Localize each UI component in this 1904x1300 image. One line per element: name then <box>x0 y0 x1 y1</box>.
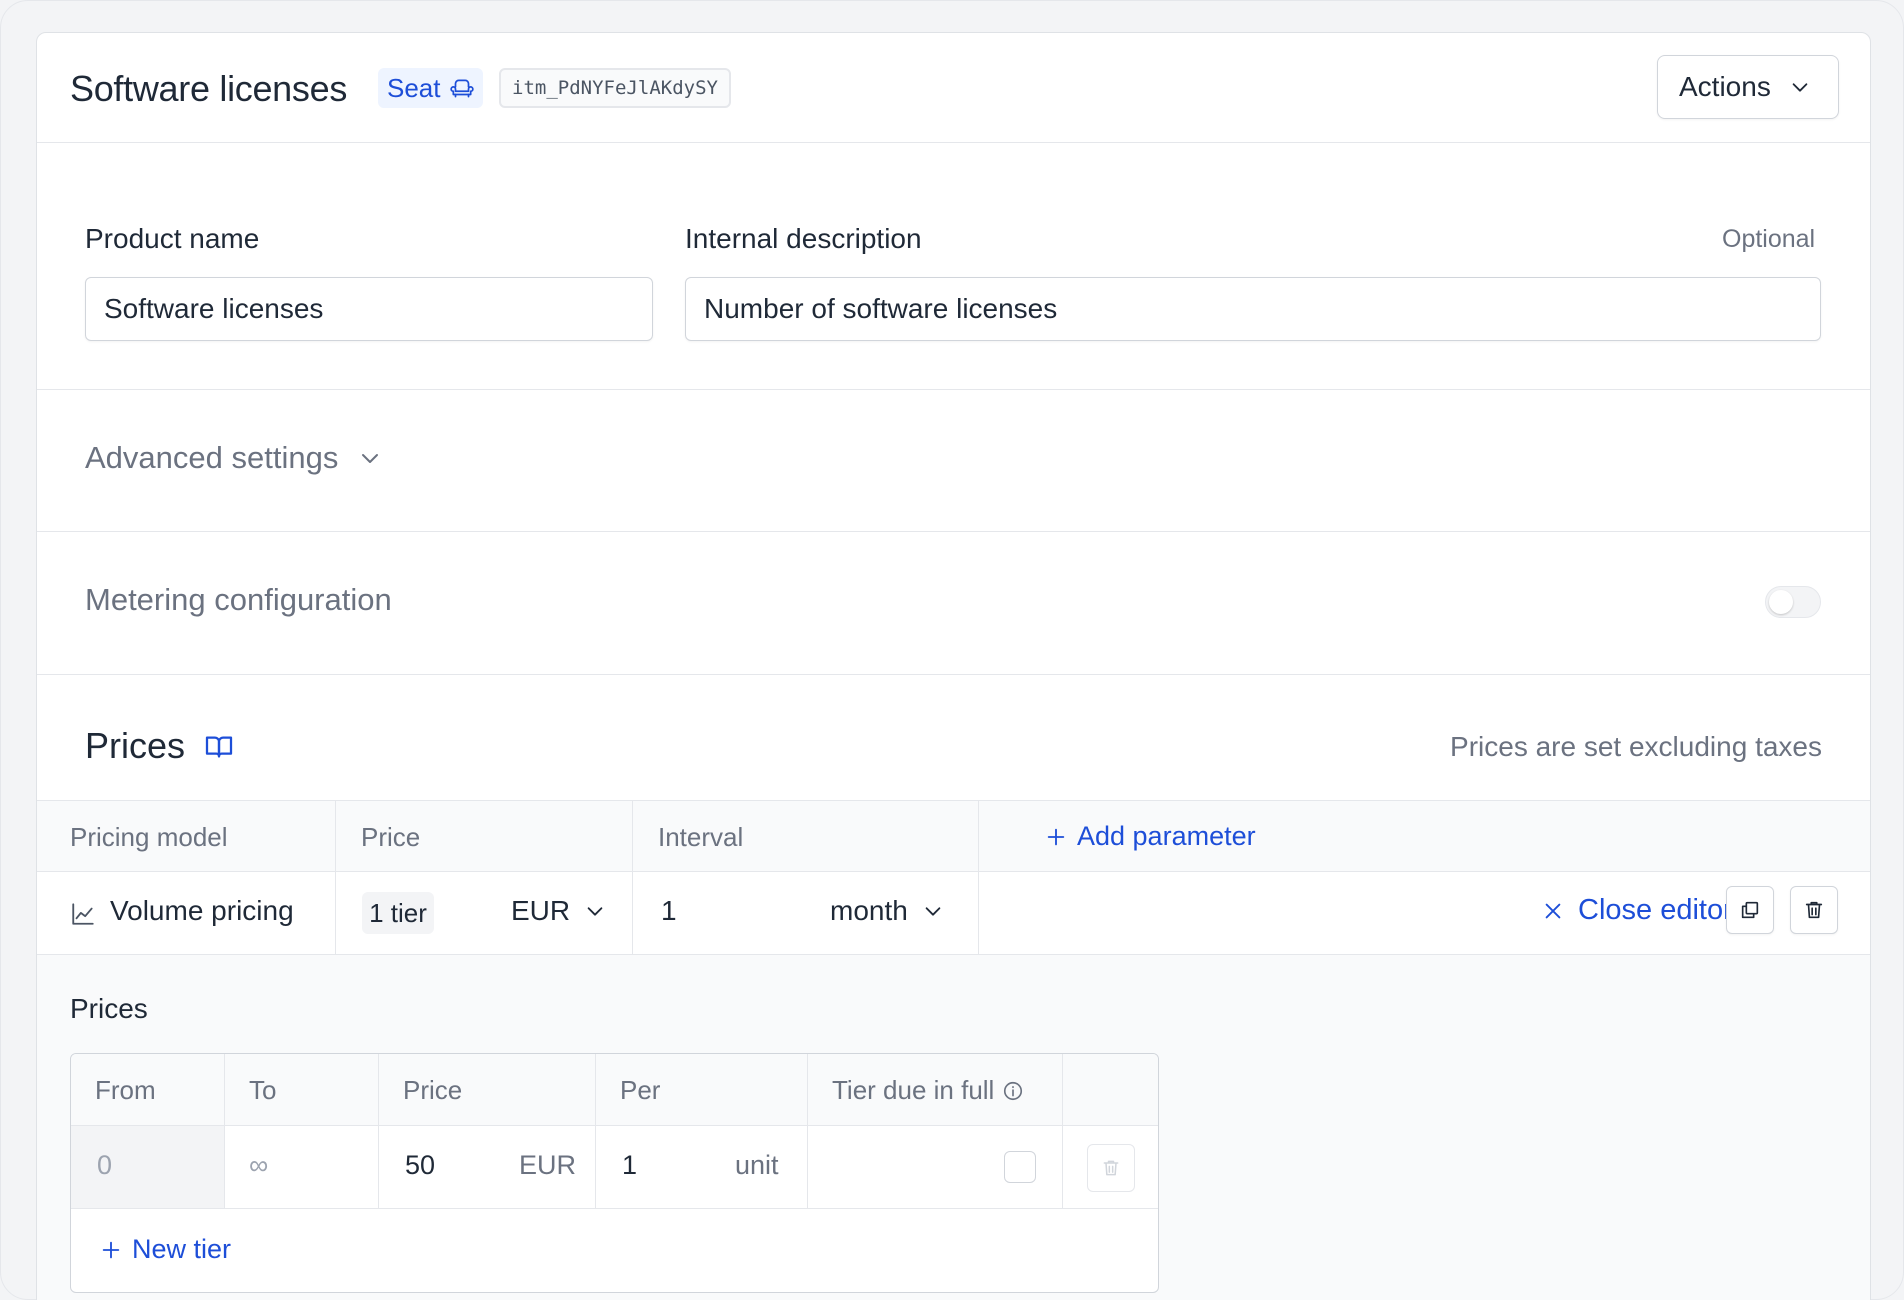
col-pricing-model: Pricing model <box>70 822 228 852</box>
product-name-label: Product name <box>85 223 260 254</box>
tier-price-input[interactable]: 50 <box>405 1150 435 1181</box>
new-tier-label: New tier <box>132 1234 232 1264</box>
add-parameter-label: Add parameter <box>1077 821 1256 851</box>
tier-row: 0 ∞ 50 EUR 1 unit <box>71 1126 1158 1209</box>
col-tier-due-label: Tier due in full <box>832 1075 995 1105</box>
description-input[interactable]: Number of software licenses <box>685 277 1821 341</box>
col-per: Per <box>620 1075 661 1105</box>
product-form: Product name Software licenses Internal … <box>37 143 1870 390</box>
trash-icon <box>1805 901 1823 919</box>
prices-section-header: Prices Prices are set excluding taxes <box>37 675 1870 801</box>
tiers-table: From To Price Per Tier due in full 0 ∞ 5… <box>70 1053 1159 1293</box>
book-open-icon[interactable] <box>203 731 235 763</box>
actions-label: Actions <box>1679 71 1771 102</box>
metering-toggle[interactable] <box>1765 586 1821 618</box>
tier-from-cell <box>71 1126 224 1208</box>
pricing-table-header: Pricing model Price Interval Add paramet… <box>37 800 1870 872</box>
item-id-chip[interactable]: itm_PdNYFeJlAKdySY <box>499 68 731 108</box>
trash-icon <box>1103 1160 1119 1176</box>
optional-hint: Optional <box>1722 225 1816 253</box>
prices-tax-note: Prices are set excluding taxes <box>1450 731 1822 762</box>
tier-price-currency: EUR <box>519 1150 577 1180</box>
delete-price-button[interactable] <box>1790 886 1838 934</box>
metering-section: Metering configuration <box>37 532 1870 675</box>
chevron-down-icon <box>925 907 941 916</box>
window-frame: Software licenses Seat itm_PdNYFeJlAKdyS… <box>0 0 1904 1300</box>
interval-count-input[interactable]: 1 <box>661 895 677 927</box>
plus-icon <box>1047 828 1065 845</box>
tier-per-input[interactable]: 1 <box>622 1150 637 1181</box>
col-price: Price <box>361 822 421 852</box>
product-name-input[interactable]: Software licenses <box>85 277 653 341</box>
new-tier-button[interactable]: New tier <box>100 1234 231 1265</box>
delete-tier-button[interactable] <box>1087 1144 1135 1192</box>
col-to: To <box>249 1075 277 1105</box>
editor-title: Prices <box>70 993 148 1024</box>
chevron-down-icon <box>1792 83 1808 92</box>
product-card: Software licenses Seat itm_PdNYFeJlAKdyS… <box>36 32 1871 1300</box>
tier-count-badge: 1 tier <box>362 892 434 934</box>
chart-line-icon <box>72 903 94 925</box>
tiers-table-header: From To Price Per Tier due in full <box>71 1054 1158 1126</box>
page-title: Software licenses <box>70 68 348 109</box>
copy-icon <box>1741 901 1759 919</box>
interval-unit-select[interactable]: month <box>830 895 944 927</box>
tier-to-input[interactable]: ∞ <box>249 1150 268 1181</box>
armchair-icon <box>449 79 474 98</box>
currency-select[interactable]: EUR <box>511 895 606 927</box>
card-header: Software licenses Seat itm_PdNYFeJlAKdyS… <box>37 33 1870 143</box>
pricing-row: Volume pricing 1 tier EUR 1 month Close … <box>37 872 1870 955</box>
pricing-model-value[interactable]: Volume pricing <box>110 895 294 927</box>
chevron-down-icon <box>362 454 379 463</box>
advanced-settings-toggle[interactable]: Advanced settings <box>37 390 1870 532</box>
tier-per-unit: unit <box>735 1150 779 1180</box>
close-editor-label: Close editor <box>1578 894 1733 926</box>
tier-from-input: 0 <box>97 1150 113 1180</box>
plus-icon <box>102 1241 120 1258</box>
add-parameter-button[interactable]: Add parameter <box>1045 821 1256 852</box>
seat-badge-label: Seat <box>387 72 441 103</box>
close-icon <box>1545 903 1561 918</box>
col-interval: Interval <box>658 822 744 852</box>
actions-dropdown-button[interactable]: Actions <box>1657 55 1839 119</box>
price-editor: Prices From To Price Per Tier due in ful… <box>37 955 1870 1300</box>
metering-label: Metering configuration <box>85 582 392 617</box>
col-from: From <box>95 1075 156 1105</box>
close-editor-button[interactable]: Close editor <box>1542 894 1733 927</box>
info-icon[interactable] <box>1002 1080 1024 1102</box>
advanced-settings-label: Advanced settings <box>85 440 339 475</box>
seat-badge: Seat <box>378 68 483 108</box>
col-price: Price <box>403 1075 463 1105</box>
chevron-down-icon <box>587 907 603 916</box>
duplicate-button[interactable] <box>1726 886 1774 934</box>
col-tier-due: Tier due in full <box>832 1075 1024 1106</box>
interval-unit-value: month <box>830 895 908 926</box>
tier-due-in-full-checkbox[interactable] <box>1004 1151 1036 1183</box>
description-label: Internal description <box>685 223 922 254</box>
prices-title: Prices <box>85 725 186 766</box>
currency-value: EUR <box>511 895 571 926</box>
